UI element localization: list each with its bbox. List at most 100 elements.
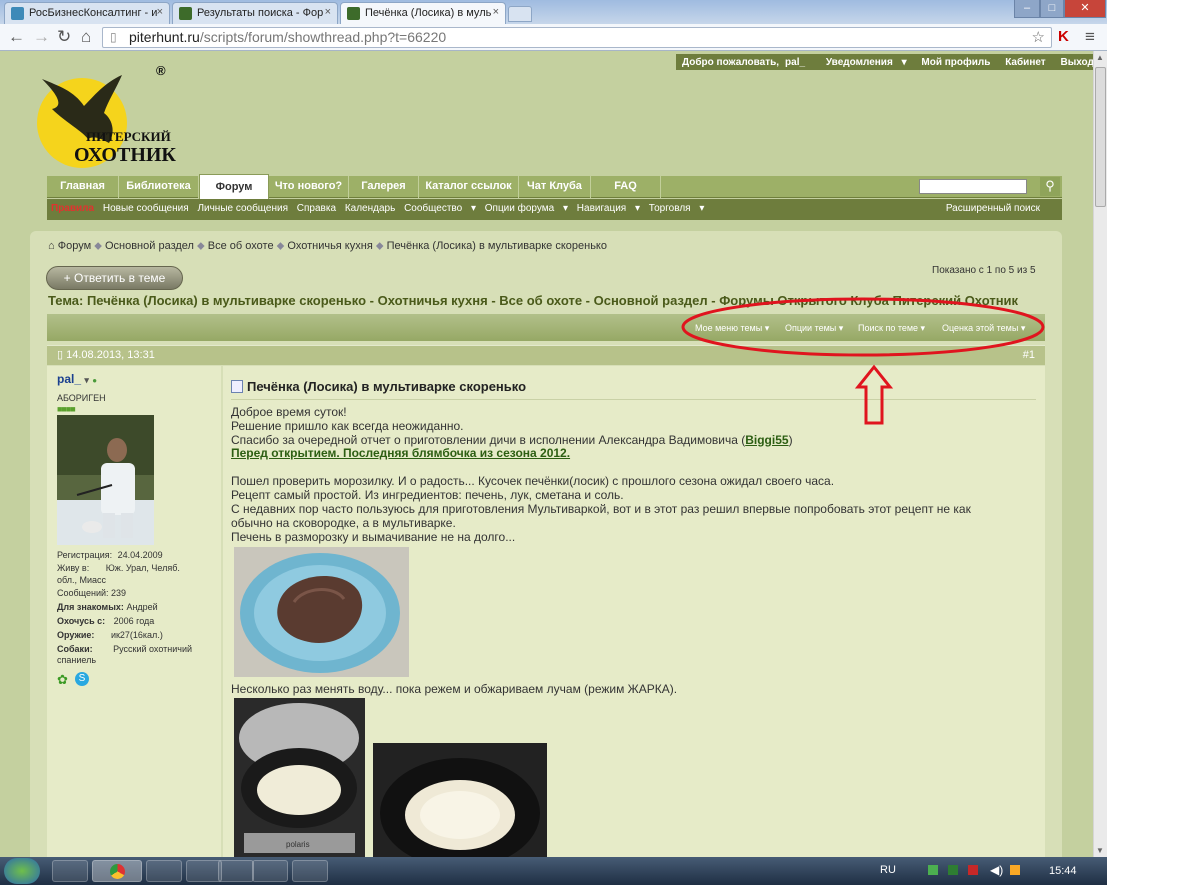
browser-chrome: РосБизнесКонсалтинг - и × Результаты пои…: [0, 0, 1107, 51]
user-registration: Регистрация: 24.04.2009: [57, 550, 163, 560]
nav-tab-forum[interactable]: Форум: [199, 174, 269, 199]
user-avatar[interactable]: [57, 415, 154, 545]
subnav-help[interactable]: Справка: [297, 203, 336, 214]
bookmark-star-icon[interactable]: ☆: [1032, 28, 1045, 47]
nav-tab-home[interactable]: Главная: [47, 176, 119, 198]
thread-options-menu[interactable]: Опции темы ▾: [785, 323, 843, 334]
taskbar-app-icon[interactable]: [218, 860, 254, 882]
user-rank: АБОРИГЕН: [57, 393, 106, 403]
kaspersky-icon[interactable]: K: [1058, 28, 1069, 46]
tray-icon[interactable]: [1010, 865, 1020, 875]
nav-tab-faq[interactable]: FAQ: [591, 176, 661, 198]
nav-tab-chat[interactable]: Чат Клуба: [519, 176, 591, 198]
notifications-menu[interactable]: Уведомления ▾: [814, 54, 913, 72]
home-icon[interactable]: ⌂: [48, 240, 55, 252]
chrome-taskbar-icon[interactable]: [92, 860, 142, 882]
user-location-2: обл., Миасс: [57, 575, 107, 585]
advanced-search-link[interactable]: Расширенный поиск: [946, 199, 1040, 218]
onion-frying-photo[interactable]: [373, 743, 547, 857]
subnav-private-messages[interactable]: Личные сообщения: [197, 203, 288, 214]
taskbar-app-icon[interactable]: [252, 860, 288, 882]
search-thread-menu[interactable]: Поиск по теме ▾: [858, 323, 925, 334]
subnav-navigation[interactable]: Навигация ▾: [577, 203, 640, 214]
window-close-button[interactable]: ✕: [1064, 0, 1106, 18]
user-dogs-2: спаниель: [57, 655, 97, 665]
minimize-button[interactable]: –: [1014, 0, 1040, 18]
language-indicator[interactable]: RU: [880, 864, 896, 876]
svg-text:ОХОТНИК: ОХОТНИК: [74, 144, 176, 166]
search-icon[interactable]: ⚲: [1040, 177, 1060, 196]
icq-icon[interactable]: ✿: [57, 672, 68, 688]
close-icon[interactable]: ×: [325, 6, 331, 18]
taskbar-app-icon[interactable]: [52, 860, 88, 882]
user-weapon: Оружие: ик27(16кал.): [57, 630, 163, 640]
multicooker-onion-photo[interactable]: polaris: [234, 698, 365, 857]
browser-tab-1[interactable]: РосБизнесКонсалтинг - и ×: [4, 2, 170, 24]
profile-link[interactable]: Мой профиль: [915, 55, 996, 71]
user-dogs: Собаки: Русский охотничий: [57, 644, 192, 654]
scroll-up-icon[interactable]: ▲: [1096, 53, 1104, 62]
thread-tools-bar: Мое меню темы ▾ Опции темы ▾ Поиск по те…: [47, 314, 1045, 341]
cabinet-link[interactable]: Кабинет: [999, 55, 1051, 71]
search-input[interactable]: [919, 179, 1027, 194]
subnav-trading[interactable]: Торговля ▾: [649, 203, 705, 214]
nav-tab-library[interactable]: Библиотека: [119, 176, 199, 198]
subnav-calendar[interactable]: Календарь: [345, 203, 395, 214]
maximize-button[interactable]: □: [1040, 0, 1064, 18]
clock[interactable]: 15:44: [1049, 865, 1077, 877]
breadcrumb-kitchen[interactable]: Охотничья кухня: [287, 240, 372, 252]
taskbar-app-icon[interactable]: [292, 860, 328, 882]
webpage: ПИТЕРСКИЙ ОХОТНИК ® Добро пожаловать, pal…: [0, 51, 1093, 857]
thread-title: Тема: Печёнка (Лосика) в мультиварке ско…: [48, 293, 1019, 308]
skype-icon[interactable]: S: [75, 672, 89, 686]
subnav-community[interactable]: Сообщество ▾: [404, 203, 476, 214]
breadcrumb-hunting[interactable]: Все об охоте: [208, 240, 274, 252]
breadcrumb-forum[interactable]: Форум: [58, 240, 91, 252]
reload-icon[interactable]: ↻: [57, 28, 71, 46]
reply-button[interactable]: + Ответить в теме: [46, 266, 183, 290]
post-header: ▯ 14.08.2013, 13:31 #1: [47, 345, 1045, 365]
site-logo[interactable]: ПИТЕРСКИЙ ОХОТНИК ®: [34, 61, 176, 173]
svg-text:®: ®: [156, 63, 166, 78]
forward-icon[interactable]: →: [33, 28, 50, 46]
windows-taskbar: RU ◀) 15:44: [0, 857, 1107, 885]
breadcrumb-main-section[interactable]: Основной раздел: [105, 240, 194, 252]
close-icon[interactable]: ×: [157, 6, 163, 18]
new-tab-button[interactable]: [508, 6, 532, 22]
nav-tab-gallery[interactable]: Галерея: [349, 176, 419, 198]
scroll-down-icon[interactable]: ▼: [1096, 846, 1104, 855]
menu-icon[interactable]: ≡: [1085, 28, 1095, 46]
liver-bowl-photo[interactable]: [234, 547, 409, 677]
sub-navigation: Правила Новые сообщения Личные сообщения…: [47, 199, 1062, 220]
my-thread-menu[interactable]: Мое меню темы ▾: [695, 323, 769, 334]
home-icon[interactable]: ⌂: [81, 28, 91, 46]
start-button[interactable]: [4, 858, 40, 884]
biggi55-link[interactable]: Biggi55: [745, 433, 788, 447]
post-author[interactable]: pal_ ▾ ●: [57, 372, 97, 386]
user-bar: Добро пожаловать, pal_ Уведомления ▾ Мой …: [676, 54, 1093, 70]
rate-thread-menu[interactable]: Оценка этой темы ▾: [942, 323, 1025, 334]
subnav-rules[interactable]: Правила: [51, 203, 94, 214]
username-link[interactable]: pal_: [785, 55, 811, 71]
post-number-link[interactable]: #1: [1023, 346, 1035, 365]
previous-thread-link[interactable]: Перед открытием. Последняя блямбочка из …: [231, 446, 570, 460]
address-bar[interactable]: ▯ piterhunt.ru/scripts/forum/showthread.…: [102, 27, 1052, 48]
page-scrollbar[interactable]: ▲ ▼: [1093, 51, 1107, 857]
browser-tab-3-active[interactable]: Печёнка (Лосика) в муль ×: [340, 2, 506, 24]
subnav-forum-options[interactable]: Опции форума ▾: [485, 203, 568, 214]
user-hunting-since: Охочусь с: 2006 года: [57, 616, 155, 626]
logout-link[interactable]: Выход: [1054, 55, 1093, 71]
tray-icon[interactable]: [948, 865, 958, 875]
subnav-new-posts[interactable]: Новые сообщения: [103, 203, 189, 214]
back-icon[interactable]: ←: [8, 28, 25, 46]
nav-tab-links[interactable]: Каталог ссылок: [419, 176, 519, 198]
nav-tab-whats-new[interactable]: Что нового?: [269, 176, 349, 198]
scrollbar-thumb[interactable]: [1095, 67, 1106, 207]
close-icon[interactable]: ×: [493, 6, 499, 18]
tray-icon[interactable]: [928, 865, 938, 875]
tray-icon[interactable]: [968, 865, 978, 875]
browser-tab-2[interactable]: Результаты поиска - Фор ×: [172, 2, 338, 24]
explorer-taskbar-icon[interactable]: [146, 860, 182, 882]
taskbar-app-icon[interactable]: [186, 860, 222, 882]
volume-icon[interactable]: ◀): [990, 863, 1003, 877]
